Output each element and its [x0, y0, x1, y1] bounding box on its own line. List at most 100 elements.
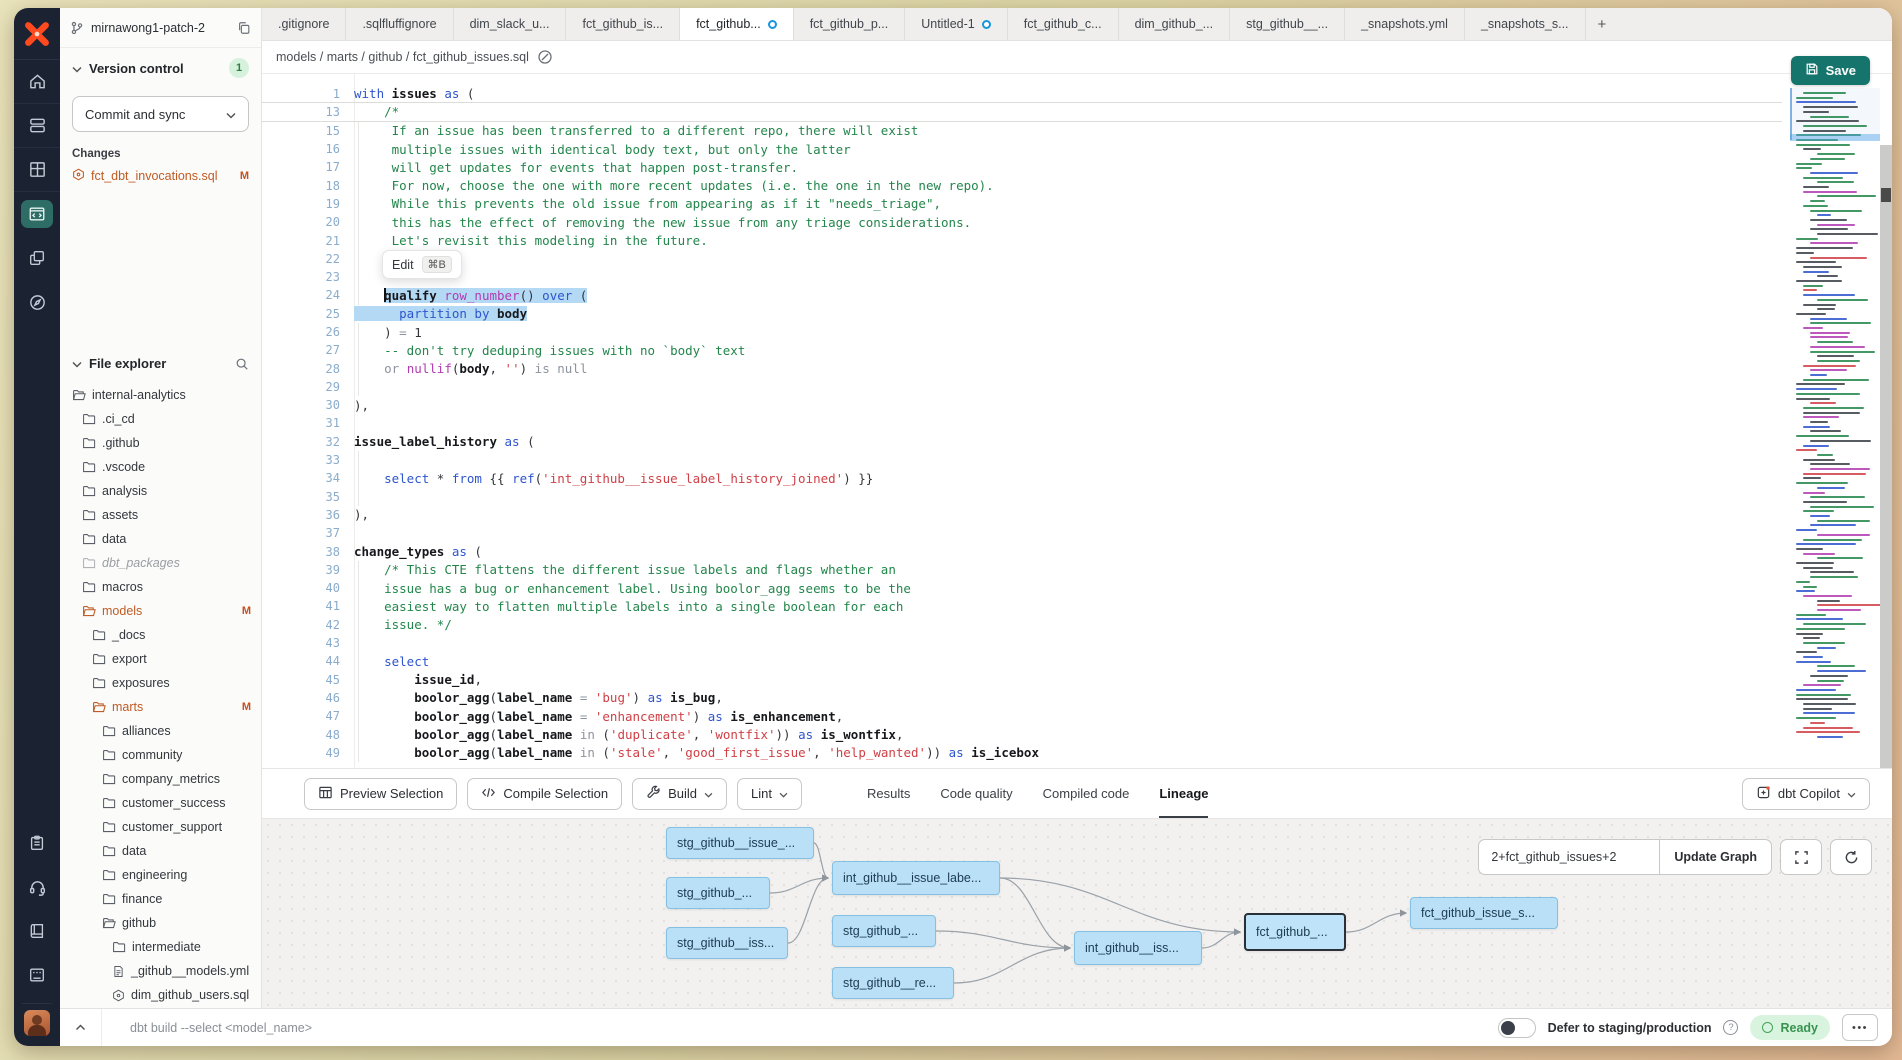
dbt-copilot-button[interactable]: dbt Copilot: [1742, 778, 1870, 810]
code-editor[interactable]: 1with issues as (13 /*15 If an issue has…: [262, 74, 1892, 768]
editor-tab[interactable]: stg_github__...: [1230, 8, 1345, 40]
studio-ide-icon[interactable]: [14, 192, 60, 236]
tree-item[interactable]: finance: [60, 887, 261, 911]
tab-lineage[interactable]: Lineage: [1159, 769, 1208, 818]
selector-input[interactable]: 2+fct_github_issues+2: [1479, 840, 1659, 874]
tree-item[interactable]: customer_success: [60, 791, 261, 815]
scrollbar-thumb[interactable]: [1881, 188, 1891, 202]
tree-item[interactable]: dim_github_users.sql: [60, 983, 261, 1007]
lineage-node[interactable]: fct_github_...: [1244, 913, 1346, 951]
expand-command-bar-button[interactable]: [60, 1009, 102, 1046]
editor-tab[interactable]: .sqlfluffignore: [346, 8, 453, 40]
tree-item[interactable]: macros: [60, 575, 261, 599]
code-line[interactable]: 30),: [262, 396, 1782, 414]
code-line[interactable]: 40 issue has a bug or enhancement label.…: [262, 579, 1782, 597]
more-options-button[interactable]: •••: [1842, 1014, 1878, 1041]
code-line[interactable]: 21 Let's revisit this modeling in the fu…: [262, 231, 1782, 249]
minimap[interactable]: [1790, 88, 1880, 762]
commit-and-sync-button[interactable]: Commit and sync: [72, 96, 249, 132]
code-line[interactable]: 34 select * from {{ ref('int_github__iss…: [262, 469, 1782, 487]
tree-item[interactable]: modelsM: [60, 599, 261, 623]
code-line[interactable]: 25 partition by body: [262, 305, 1782, 323]
editor-tab[interactable]: dim_slack_u...: [454, 8, 567, 40]
tree-item[interactable]: engineering: [60, 863, 261, 887]
tree-item[interactable]: internal-analytics: [60, 383, 261, 407]
fullscreen-button[interactable]: [1780, 839, 1822, 875]
changed-file-item[interactable]: fct_dbt_invocations.sql M: [72, 168, 249, 184]
search-icon[interactable]: [235, 357, 249, 371]
code-line[interactable]: 20 this has the effect of removing the n…: [262, 213, 1782, 231]
lineage-node[interactable]: stg_github__re...: [832, 967, 954, 999]
code-line[interactable]: 47 boolor_agg(label_name = 'enhancement'…: [262, 707, 1782, 725]
editor-tab[interactable]: .gitignore: [262, 8, 346, 40]
tree-item[interactable]: community: [60, 743, 261, 767]
code-line[interactable]: 27 -- don't try deduping issues with no …: [262, 341, 1782, 359]
code-line[interactable]: 13 /*: [262, 103, 1782, 121]
new-tab-button[interactable]: +: [1586, 8, 1619, 40]
code-line[interactable]: 44 select: [262, 652, 1782, 670]
lineage-node[interactable]: stg_github__iss...: [666, 927, 788, 959]
file-explorer-header[interactable]: File explorer: [60, 356, 261, 371]
git-branch-row[interactable]: mirnawong1-patch-2: [60, 8, 261, 48]
code-line[interactable]: 29: [262, 378, 1782, 396]
lineage-node[interactable]: stg_github_...: [666, 877, 770, 909]
help-icon[interactable]: ?: [1723, 1020, 1738, 1035]
editor-tab[interactable]: Untitled-1: [905, 8, 1008, 40]
code-line[interactable]: 28 or nullif(body, '') is null: [262, 359, 1782, 377]
code-line[interactable]: 31: [262, 414, 1782, 432]
version-control-header[interactable]: Version control 1: [72, 58, 249, 78]
lineage-node[interactable]: int_github__issue_labe...: [832, 861, 1000, 895]
keyboard-icon[interactable]: [14, 953, 60, 997]
tree-item[interactable]: _github__models.yml: [60, 959, 261, 983]
code-line[interactable]: 43: [262, 634, 1782, 652]
tree-item[interactable]: assets: [60, 503, 261, 527]
code-line[interactable]: 42 issue. */: [262, 616, 1782, 634]
lineage-node[interactable]: fct_github_issue_s...: [1410, 897, 1558, 929]
user-avatar[interactable]: [24, 1010, 50, 1036]
tree-item[interactable]: .ci_cd: [60, 407, 261, 431]
code-line[interactable]: 15 If an issue has been transferred to a…: [262, 122, 1782, 140]
explore-icon[interactable]: [14, 280, 60, 324]
code-line[interactable]: 49 boolor_agg(label_name in ('stale', 'g…: [262, 744, 1782, 762]
editor-tab[interactable]: _snapshots.yml: [1345, 8, 1465, 40]
code-line[interactable]: 19 While this prevents the old issue fro…: [262, 195, 1782, 213]
code-line[interactable]: 1with issues as (: [262, 85, 1782, 103]
tree-item[interactable]: company_metrics: [60, 767, 261, 791]
dbt-logo[interactable]: [14, 8, 60, 60]
tab-compiled-code[interactable]: Compiled code: [1043, 769, 1130, 818]
code-line[interactable]: 37: [262, 524, 1782, 542]
code-line[interactable]: 33: [262, 451, 1782, 469]
code-line[interactable]: 26 ) = 1: [262, 323, 1782, 341]
lineage-node[interactable]: int_github__iss...: [1074, 931, 1202, 965]
code-line[interactable]: 18 For now, choose the one with more rec…: [262, 176, 1782, 194]
editor-tab[interactable]: fct_github_p...: [794, 8, 906, 40]
tree-item[interactable]: analysis: [60, 479, 261, 503]
code-line[interactable]: 35: [262, 488, 1782, 506]
docs-icon[interactable]: [14, 909, 60, 953]
support-icon[interactable]: [14, 865, 60, 909]
tree-item[interactable]: exposures: [60, 671, 261, 695]
environments-icon[interactable]: [14, 104, 60, 148]
editor-tab[interactable]: fct_github_c...: [1008, 8, 1119, 40]
code-line[interactable]: 23: [262, 268, 1782, 286]
code-line[interactable]: 22: [262, 250, 1782, 268]
edit-popover[interactable]: Edit ⌘B: [382, 250, 462, 279]
lineage-panel[interactable]: 2+fct_github_issues+2 Update Graph stg_g…: [262, 818, 1892, 1008]
refresh-button[interactable]: [1830, 839, 1872, 875]
tree-item[interactable]: customer_support: [60, 815, 261, 839]
editor-tab[interactable]: fct_github_is...: [566, 8, 680, 40]
tree-item[interactable]: github: [60, 911, 261, 935]
changelog-icon[interactable]: [14, 821, 60, 865]
tree-item[interactable]: dbt_packages: [60, 551, 261, 575]
code-line[interactable]: 24 qualify row_number() over (: [262, 286, 1782, 304]
home-icon[interactable]: [14, 60, 60, 104]
preview-selection-button[interactable]: Preview Selection: [304, 778, 457, 810]
code-line[interactable]: 45 issue_id,: [262, 671, 1782, 689]
command-input[interactable]: dbt build --select <model_name>: [102, 1021, 1498, 1035]
save-button[interactable]: Save: [1791, 56, 1870, 85]
dashboard-icon[interactable]: [14, 148, 60, 192]
compile-selection-button[interactable]: Compile Selection: [467, 778, 622, 810]
code-line[interactable]: 46 boolor_agg(label_name = 'bug') as is_…: [262, 689, 1782, 707]
tree-item[interactable]: data: [60, 527, 261, 551]
lineage-node[interactable]: stg_github_...: [832, 915, 936, 947]
